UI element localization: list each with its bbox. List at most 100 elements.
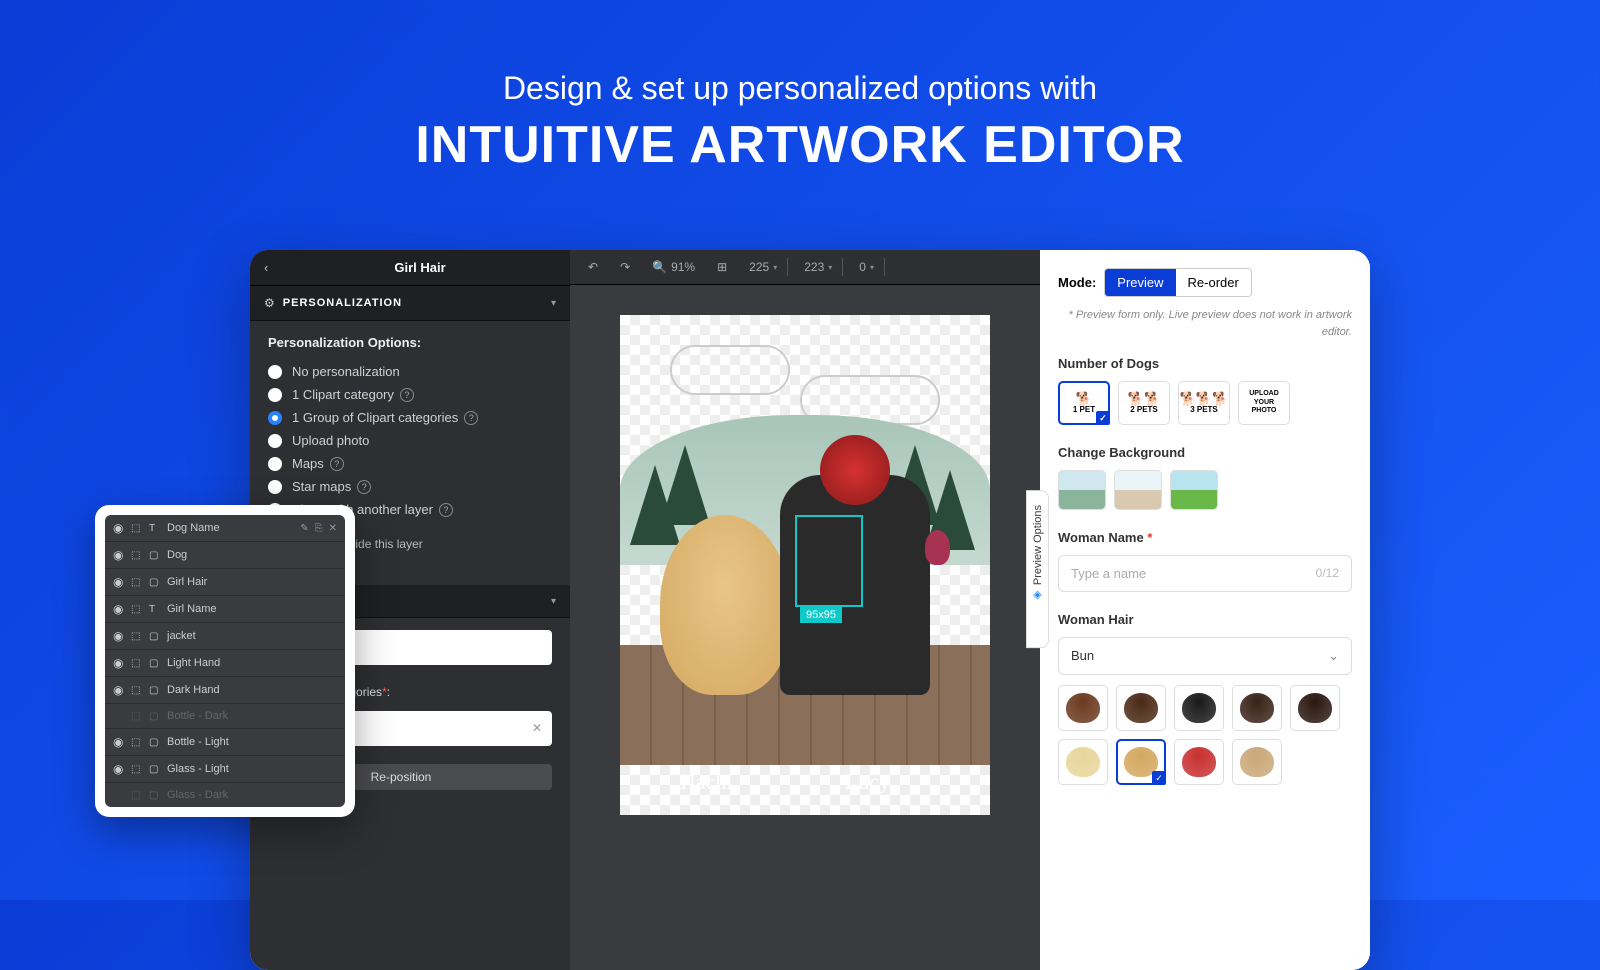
lock-icon[interactable]: ⬚ <box>131 577 149 588</box>
swatch-label: 3 PETS <box>1190 405 1218 414</box>
layer-row[interactable]: ◉⬚▢Bottle - Light <box>105 729 345 756</box>
mode-reorder-button[interactable]: Re-order <box>1176 269 1251 296</box>
visibility-icon[interactable]: ◉ <box>113 548 131 562</box>
layer-row[interactable]: ◉⬚▢Girl Hair <box>105 569 345 596</box>
help-icon[interactable]: ? <box>464 411 478 425</box>
layer-name: Glass - Light <box>167 763 337 775</box>
chevron-down-icon: ⌄ <box>1328 648 1339 664</box>
visibility-icon[interactable]: ◉ <box>113 735 131 749</box>
artboard[interactable]: 95x95 Hachi Lucy <box>620 315 990 815</box>
back-icon[interactable]: ‹ <box>264 260 284 275</box>
dog-icon: 🐕🐕🐕 <box>1180 392 1229 405</box>
lock-icon[interactable]: ⬚ <box>131 737 149 748</box>
canvas-toolbar: ↶ ↷ 🔍 91% ⊞ 225 ▾ 223 ▾ 0 ▾ <box>570 250 1040 285</box>
woman-hair-select[interactable]: Bun ⌄ <box>1058 637 1352 675</box>
hair-bun-icon <box>1240 747 1274 777</box>
personalization-radio[interactable]: Star maps? <box>268 475 552 498</box>
visibility-icon[interactable]: ◉ <box>113 656 131 670</box>
visibility-icon[interactable]: ◉ <box>113 602 131 616</box>
pet-count-swatch[interactable]: 🐕🐕🐕3 PETS <box>1178 381 1230 425</box>
lock-icon[interactable]: ⬚ <box>131 550 149 561</box>
layer-row[interactable]: ⬚▢Glass - Dark <box>105 783 345 807</box>
hair-swatch[interactable] <box>1116 685 1166 731</box>
undo-icon[interactable]: ↶ <box>582 258 604 276</box>
lock-icon[interactable]: ⬚ <box>131 658 149 669</box>
layer-row[interactable]: ◉⬚TDog Name✎⎘✕ <box>105 515 345 542</box>
layer-name: Dog <box>167 549 337 561</box>
help-icon[interactable]: ? <box>357 480 371 494</box>
hair-bun-icon <box>1240 693 1274 723</box>
woman-name-input[interactable]: Type a name 0/12 <box>1058 555 1352 592</box>
layer-name: Glass - Dark <box>167 789 337 801</box>
lock-icon[interactable]: ⬚ <box>131 523 149 534</box>
lock-icon[interactable]: ⬚ <box>131 711 149 722</box>
layer-row[interactable]: ⬚▢Bottle - Dark <box>105 704 345 729</box>
personalization-radio[interactable]: Maps? <box>268 452 552 475</box>
layer-row[interactable]: ◉⬚▢jacket <box>105 623 345 650</box>
hair-swatch[interactable] <box>1058 685 1108 731</box>
layer-name: Girl Hair <box>167 576 337 588</box>
radio-icon <box>268 388 282 402</box>
selection-box[interactable] <box>795 515 863 607</box>
personalization-radio[interactable]: No personalization <box>268 360 552 383</box>
radio-label: No personalization <box>292 364 400 379</box>
hair-swatch[interactable] <box>1174 685 1224 731</box>
placeholder: Type a name <box>1071 566 1146 581</box>
hair-swatch[interactable] <box>1232 739 1282 785</box>
edit-icon[interactable]: ✎ <box>300 523 308 534</box>
help-icon[interactable]: ? <box>330 457 344 471</box>
upload-photo-swatch[interactable]: UPLOAD YOUR PHOTO <box>1238 381 1290 425</box>
personalization-radio[interactable]: Upload photo <box>268 429 552 452</box>
close-icon[interactable]: ✕ <box>329 523 337 534</box>
lock-icon[interactable]: ⬚ <box>131 764 149 775</box>
grid-icon[interactable]: ⊞ <box>711 258 733 276</box>
hair-swatch[interactable] <box>1232 685 1282 731</box>
char-count: 0/12 <box>1316 566 1339 581</box>
hair-swatch[interactable] <box>1174 739 1224 785</box>
dog-illustration[interactable] <box>660 515 790 695</box>
mode-label: Mode: <box>1058 275 1096 290</box>
layer-row[interactable]: ◉⬚▢Glass - Light <box>105 756 345 783</box>
lock-icon[interactable]: ⬚ <box>131 631 149 642</box>
layer-row[interactable]: ◉⬚▢Dark Hand <box>105 677 345 704</box>
personalization-radio[interactable]: 1 Group of Clipart categories? <box>268 406 552 429</box>
layer-type-icon: ▢ <box>149 685 167 696</box>
background-swatch[interactable] <box>1114 470 1162 510</box>
duplicate-icon[interactable]: ⎘ <box>315 523 323 534</box>
lock-icon[interactable]: ⬚ <box>131 790 149 801</box>
personalization-section-header[interactable]: ⚙ PERSONALIZATION ▾ <box>250 286 570 321</box>
personalization-radio[interactable]: 1 Clipart category? <box>268 383 552 406</box>
hair-swatch[interactable] <box>1290 685 1340 731</box>
visibility-icon[interactable]: ◉ <box>113 521 131 535</box>
mode-preview-button[interactable]: Preview <box>1105 269 1175 296</box>
layer-row[interactable]: ◉⬚▢Light Hand <box>105 650 345 677</box>
hair-swatch[interactable] <box>1058 739 1108 785</box>
zoom-display[interactable]: 🔍 91% <box>646 258 701 276</box>
layer-name: jacket <box>167 630 337 642</box>
help-icon[interactable]: ? <box>439 503 453 517</box>
pet-count-swatch[interactable]: 🐕🐕2 PETS <box>1118 381 1170 425</box>
visibility-icon[interactable]: ◉ <box>113 683 131 697</box>
redo-icon[interactable]: ↷ <box>614 258 636 276</box>
preview-options-tab[interactable]: ◈ Preview Options <box>1026 490 1049 648</box>
visibility-icon[interactable]: ◉ <box>113 629 131 643</box>
height-input[interactable]: 223 ▾ <box>798 258 843 276</box>
layer-row[interactable]: ◉⬚TGirl Name <box>105 596 345 623</box>
canvas[interactable]: 95x95 Hachi Lucy <box>570 285 1040 970</box>
background-swatch[interactable] <box>1170 470 1218 510</box>
lock-icon[interactable]: ⬚ <box>131 685 149 696</box>
hair-swatch[interactable]: ✓ <box>1116 739 1166 785</box>
hair-illustration <box>820 435 890 505</box>
clear-icon[interactable]: ✕ <box>532 721 542 735</box>
pet-count-swatch[interactable]: 🐕1 PET✓ <box>1058 381 1110 425</box>
layer-type-icon: ▢ <box>149 577 167 588</box>
help-icon[interactable]: ? <box>400 388 414 402</box>
width-input[interactable]: 225 ▾ <box>743 258 788 276</box>
visibility-icon[interactable]: ◉ <box>113 762 131 776</box>
radio-label: 1 Group of Clipart categories <box>292 410 458 425</box>
visibility-icon[interactable]: ◉ <box>113 575 131 589</box>
layer-row[interactable]: ◉⬚▢Dog <box>105 542 345 569</box>
lock-icon[interactable]: ⬚ <box>131 604 149 615</box>
rotation-input[interactable]: 0 ▾ <box>853 258 885 276</box>
background-swatch[interactable] <box>1058 470 1106 510</box>
